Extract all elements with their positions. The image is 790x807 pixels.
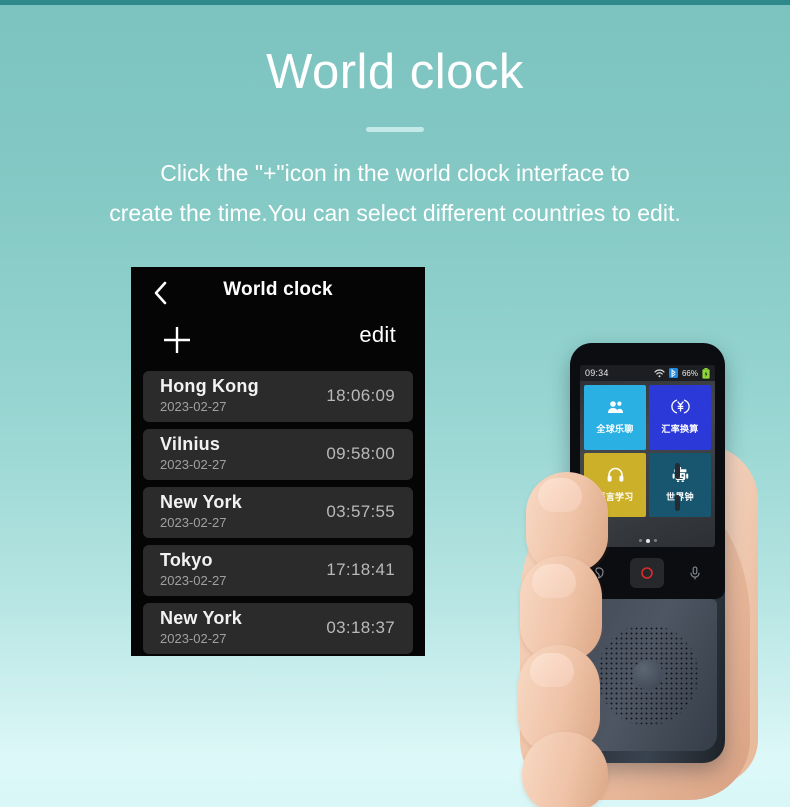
table-row[interactable]: New York 2023-02-27 03:18:37 [143,603,413,654]
clock-time: 03:57:55 [326,502,395,521]
speaker-center [632,660,663,690]
status-time: 09:34 [585,368,609,378]
table-row[interactable]: Vilnius 2023-02-27 09:58:00 [143,429,413,480]
clock-city: Vilnius [160,434,221,454]
clock-date: 2023-02-27 [160,573,227,588]
clock-actions-row: edit [131,319,425,371]
clock-city: New York [160,492,242,512]
clock-time: 09:58:00 [326,444,395,463]
app-tile-exchange-rate[interactable]: 汇率换算 [649,385,711,450]
subtitle-line-1: Click the "+"icon in the world clock int… [160,160,630,186]
fingernail [532,564,576,598]
headphone-icon [607,467,624,487]
app-label: 汇率换算 [661,424,699,435]
bluetooth-icon [668,368,678,378]
clock-titlebar: World clock [131,267,425,319]
volume-up-button[interactable] [675,463,680,479]
clock-time: 03:18:37 [326,618,395,637]
page-dot[interactable] [653,539,657,542]
clock-city: Hong Kong [160,376,259,396]
clock-date: 2023-02-27 [160,631,227,646]
clock-date: 2023-02-27 [160,515,227,530]
battery-icon [702,367,710,379]
subtitle-line-2: create the time.You can select different… [109,200,681,226]
table-row[interactable]: New York 2023-02-27 03:57:55 [143,487,413,538]
top-accent-strip [0,0,790,5]
volume-down-button[interactable] [675,495,680,511]
table-row[interactable]: Hong Kong 2023-02-27 18:06:09 [143,371,413,422]
currency-icon [670,399,690,419]
device-photo: 09:34 66% 全球乐聊 汇率换算 语言学习 世界钟 [460,320,790,807]
hand-finger-pinky [522,732,608,807]
world-clock-screen: World clock edit Hong Kong 2023-02-27 18… [131,267,425,656]
device-status-bar: 09:34 66% [580,365,715,381]
clock-time: 18:06:09 [326,386,395,405]
title-divider [366,127,424,132]
clock-screen-title: World clock [223,279,333,300]
clock-date: 2023-02-27 [160,457,227,472]
wifi-icon [654,368,665,378]
fingernail [530,653,574,687]
clock-date: 2023-02-27 [160,399,227,414]
app-label: 世界钟 [666,491,694,502]
clock-city: New York [160,608,242,628]
fingernail [538,478,582,512]
app-tile-global-chat[interactable]: 全球乐聊 [584,385,646,450]
people-icon [607,400,624,419]
battery-percent-label: 66% [681,368,698,378]
clock-city: Tokyo [160,550,213,570]
plus-icon[interactable] [158,321,196,359]
app-label: 全球乐聊 [596,423,634,434]
page-title: World clock [266,45,524,99]
record-circle-icon[interactable] [630,558,665,588]
status-indicators: 66% [654,367,710,379]
page-subtitle: Click the "+"icon in the world clock int… [0,153,790,233]
page-dot-active[interactable] [645,539,650,543]
promo-page: World clock Click the "+"icon in the wor… [0,0,790,807]
app-tile-world-clock[interactable]: 世界钟 [649,452,711,517]
header-section: World clock Click the "+"icon in the wor… [0,42,790,233]
edit-button[interactable]: edit [359,322,396,348]
microphone-icon[interactable] [678,558,712,588]
clock-list: Hong Kong 2023-02-27 18:06:09 Vilnius 20… [131,371,425,656]
clock-time: 17:18:41 [326,560,395,579]
page-dot[interactable] [638,539,642,542]
table-row[interactable]: Tokyo 2023-02-27 17:18:41 [143,545,413,596]
